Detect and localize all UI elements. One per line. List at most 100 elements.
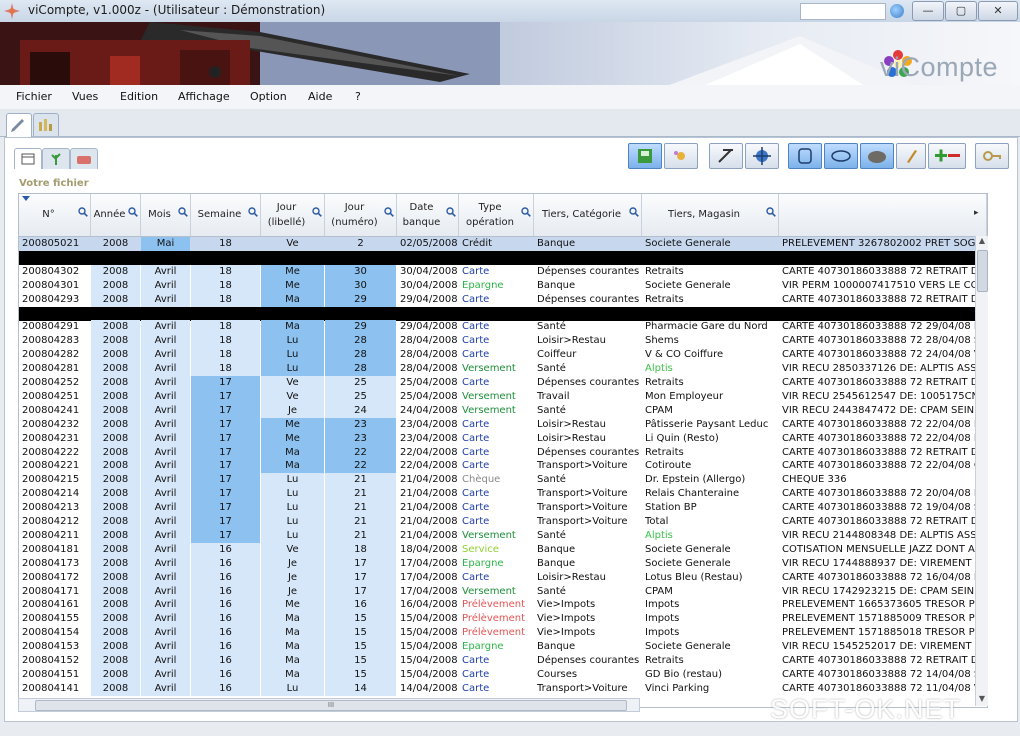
filter-search-icon[interactable] xyxy=(521,207,531,217)
globe-icon[interactable] xyxy=(890,4,904,18)
cell-numero: 200804241 xyxy=(22,404,80,416)
minimize-button[interactable]: — xyxy=(912,1,944,21)
filter-search-icon[interactable] xyxy=(178,207,188,217)
horizontal-scroll-thumb[interactable]: III xyxy=(35,700,627,711)
table-row[interactable]: 200804152 2008 Avril 16 Ma 15 15/04/2008 Carte D… xyxy=(19,654,987,668)
table-row[interactable]: 200804151 2008 Avril 16 Ma 15 15/04/2008 Carte C… xyxy=(19,667,987,682)
stone-toolbar-button[interactable] xyxy=(860,143,894,169)
menu-edition[interactable]: Edition xyxy=(120,90,158,103)
filter-search-icon[interactable] xyxy=(312,207,322,217)
table-row[interactable]: 200805021 2008 Mai 18 Ve 2 02/05/2008 Crédit Ban… xyxy=(19,237,987,251)
column-header-libelle[interactable] xyxy=(779,194,987,236)
vertical-scrollbar[interactable]: ▲ ▼ xyxy=(975,236,988,706)
filter-search-icon[interactable] xyxy=(766,207,776,217)
table-row[interactable]: 200804241 2008 Avril 17 Je 24 24/04/2008 Versem… xyxy=(19,403,987,418)
column-header-tiers-magasin[interactable]: Tiers, Magasin xyxy=(642,194,779,236)
table-row[interactable]: 200804212 2008 Avril 17 Lu 21 21/04/2008 Carte T… xyxy=(19,515,987,529)
menu-affichage[interactable]: Affichage xyxy=(178,90,230,103)
filter-search-icon[interactable] xyxy=(629,207,639,217)
column-header-date-banque[interactable]: Date banque xyxy=(397,194,459,236)
table-row[interactable]: 200804171 2008 Avril 16 Je 17 17/04/2008 Versem… xyxy=(19,584,987,599)
horizontal-scrollbar[interactable]: III xyxy=(18,698,640,712)
cell-semaine: 16 xyxy=(191,626,260,641)
table-row[interactable]: 200804283 2008 Avril 18 Lu 28 28/04/2008 Carte L… xyxy=(19,334,987,349)
table-row[interactable]: 200804291 2008 Avril 18 Ma 29 29/04/2008 Carte S… xyxy=(19,320,987,335)
filter-search-icon[interactable] xyxy=(128,207,138,217)
vertical-scroll-thumb[interactable] xyxy=(977,250,988,292)
table-row[interactable]: 200804154 2008 Avril 16 Ma 15 15/04/2008 Prélèv… xyxy=(19,626,987,641)
tab-chart[interactable] xyxy=(33,113,59,136)
tab-edit[interactable] xyxy=(6,113,32,137)
cell-type-operation: Prélèvement xyxy=(462,627,526,639)
cell-semaine: 17 xyxy=(191,487,260,502)
filter-search-icon[interactable] xyxy=(446,207,456,217)
table-row[interactable]: 200804211 2008 Avril 17 Lu 21 21/04/2008 Versem… xyxy=(19,528,987,543)
cell-mois: Avril xyxy=(141,570,190,585)
table-row[interactable]: 200804173 2008 Avril 16 Je 17 17/04/2008 Epargn… xyxy=(19,556,987,571)
scroll-right-arrow[interactable]: ▸ xyxy=(974,208,979,218)
table-row[interactable]: 200804215 2008 Avril 17 Lu 21 21/04/2008 Chèque… xyxy=(19,473,987,488)
save-toolbar-button[interactable] xyxy=(628,143,662,169)
table-row[interactable]: 200804252 2008 Avril 17 Ve 25 25/04/2008 Carte D… xyxy=(19,376,987,390)
table-row[interactable]: 200804161 2008 Avril 16 Me 16 16/04/2008 Prélèv… xyxy=(19,598,987,613)
table-row[interactable]: 200804282 2008 Avril 18 Lu 28 28/04/2008 Carte C… xyxy=(19,348,987,363)
paperclip-toolbar-button[interactable] xyxy=(788,143,822,169)
menu-help[interactable]: ? xyxy=(355,90,361,103)
maximize-button[interactable]: ▢ xyxy=(945,1,977,21)
column-header-semaine[interactable]: Semaine xyxy=(191,194,261,236)
tab-plant-view[interactable] xyxy=(42,148,70,169)
tab-card-view[interactable] xyxy=(70,148,98,169)
cell-annee: 2008 xyxy=(91,542,140,557)
table-row[interactable]: 200804232 2008 Avril 17 Me 23 23/04/2008 Carte L… xyxy=(19,417,987,432)
menu-aide[interactable]: Aide xyxy=(308,90,332,103)
link-toolbar-button[interactable] xyxy=(824,143,858,169)
table-row[interactable]: 200804222 2008 Avril 17 Ma 22 22/04/2008 Carte D… xyxy=(19,445,987,460)
table-row[interactable]: 200804301 2008 Avril 18 Me 30 30/04/2008 Epargn… xyxy=(19,278,987,293)
scroll-down-arrow[interactable]: ▼ xyxy=(976,694,988,706)
sparkle-toolbar-button[interactable] xyxy=(664,143,698,169)
cell-tiers-magasin: CPAM xyxy=(645,404,673,416)
column-header-tiers-categorie[interactable]: Tiers, Catégorie xyxy=(534,194,642,236)
table-row[interactable]: 200804153 2008 Avril 16 Ma 15 15/04/2008 Epargn… xyxy=(19,640,987,655)
tools-toolbar-button[interactable] xyxy=(709,143,743,169)
column-header-jour-numero[interactable]: Jour (numéro) xyxy=(325,194,397,236)
column-header-jour-libelle[interactable]: Jour (libellé) xyxy=(261,194,325,236)
column-header-type-operation[interactable]: Type opération xyxy=(459,194,534,236)
filter-search-icon[interactable] xyxy=(384,207,394,217)
tab-table-view[interactable] xyxy=(14,148,42,169)
table-row[interactable]: 200804155 2008 Avril 16 Ma 15 15/04/2008 Prélèv… xyxy=(19,612,987,627)
cell-numero: 200804153 xyxy=(22,641,80,653)
add-remove-toolbar-button[interactable] xyxy=(928,143,966,169)
menu-fichier[interactable]: Fichier xyxy=(16,90,52,103)
table-row[interactable]: 200804293 2008 Avril 18 Ma 29 29/04/2008 Carte D… xyxy=(19,292,987,307)
table-row[interactable]: 200804181 2008 Avril 16 Ve 18 18/04/2008 Servic… xyxy=(19,542,987,557)
edit-toolbar-button[interactable] xyxy=(896,143,926,169)
table-row-redacted[interactable] xyxy=(19,306,987,321)
filter-search-icon[interactable] xyxy=(248,207,258,217)
menu-vues[interactable]: Vues xyxy=(72,90,98,103)
table-row-redacted[interactable] xyxy=(19,250,987,265)
table-row[interactable]: 200804213 2008 Avril 17 Lu 21 21/04/2008 Carte T… xyxy=(19,501,987,516)
key-toolbar-button[interactable] xyxy=(975,143,1009,169)
cell-annee: 2008 xyxy=(91,612,140,627)
cell-date-banque: 21/04/2008 xyxy=(400,516,458,527)
plant-icon xyxy=(51,153,61,165)
table-row[interactable]: 200804281 2008 Avril 18 Lu 28 28/04/2008 Versem… xyxy=(19,362,987,377)
close-button[interactable]: ✕ xyxy=(978,1,1018,21)
table-row[interactable]: 200804221 2008 Avril 17 Ma 22 22/04/2008 Carte T… xyxy=(19,459,987,474)
scroll-up-arrow[interactable]: ▲ xyxy=(976,236,988,248)
table-row[interactable]: 200804214 2008 Avril 17 Lu 21 21/04/2008 Carte T… xyxy=(19,487,987,502)
cell-mois: Avril xyxy=(141,640,190,655)
navigate-toolbar-button[interactable] xyxy=(745,143,779,169)
title-search-box[interactable] xyxy=(800,3,886,20)
column-header-mois[interactable]: Mois xyxy=(141,194,191,236)
filter-search-icon[interactable] xyxy=(78,207,88,217)
table-row[interactable]: 200804251 2008 Avril 17 Ve 25 25/04/2008 Versem… xyxy=(19,389,987,404)
cell-jour-numero: 15 xyxy=(325,612,396,627)
table-row[interactable]: 200804231 2008 Avril 17 Me 23 23/04/2008 Carte L… xyxy=(19,431,987,446)
cell-mois: Avril xyxy=(141,431,190,446)
menu-option[interactable]: Option xyxy=(250,90,287,103)
table-row[interactable]: 200804172 2008 Avril 16 Je 17 17/04/2008 Carte L… xyxy=(19,570,987,585)
table-row[interactable]: 200804302 2008 Avril 18 Me 30 30/04/2008 Carte D… xyxy=(19,264,987,279)
column-header-annee[interactable]: Année xyxy=(91,194,141,236)
